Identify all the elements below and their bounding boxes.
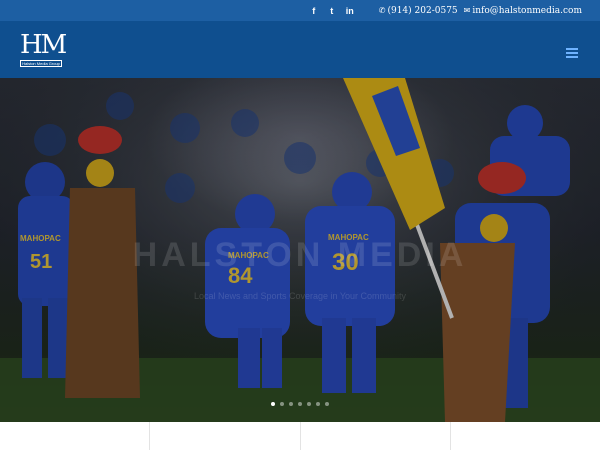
slider-dots [0,402,600,406]
linkedin-icon[interactable]: in [341,6,359,16]
slider-dot[interactable] [289,402,293,406]
top-bar: f t in ✆ (914) 202-0575 ✉ info@halstonme… [0,0,600,21]
facebook-icon[interactable]: f [305,6,323,16]
menu-bar [566,52,578,54]
twitter-icon[interactable]: t [323,6,341,16]
feature-column [301,422,451,450]
feature-column [451,422,600,450]
hero-title: HALSTON MEDIA [132,236,468,274]
menu-bar [566,56,578,58]
phone-number[interactable]: (914) 202-0575 [387,6,457,16]
feature-column [150,422,301,450]
slider-dot[interactable] [325,402,329,406]
slider-dot[interactable] [280,402,284,406]
hero-subtitle: Local News and Sports Coverage in Your C… [193,291,407,301]
menu-bar [566,48,578,50]
slider-dot[interactable] [271,402,275,406]
feature-column [0,422,151,450]
email-contact[interactable]: ✉ info@halstonmedia.com [464,6,582,16]
phone-icon: ✆ [378,6,386,15]
slider-dot[interactable] [298,402,302,406]
site-header: HM Halston Media Group [0,21,600,78]
site-logo[interactable]: HM Halston Media Group [20,30,67,69]
logo-subtitle: Halston Media Group [20,60,62,67]
envelope-icon: ✉ [463,6,471,15]
feature-strip [0,422,600,450]
logo-mark: HM [20,30,67,60]
social-links: f t in [305,6,359,16]
phone-contact[interactable]: ✆ (914) 202-0575 [379,6,458,16]
menu-icon[interactable] [566,48,578,58]
slider-dot[interactable] [316,402,320,406]
slider-dot[interactable] [307,402,311,406]
hero-slider: 51 84 30 MAHOPAC MAHOPAC MAHOPAC HALSTON… [0,78,600,422]
email-address[interactable]: info@halstonmedia.com [472,6,582,16]
